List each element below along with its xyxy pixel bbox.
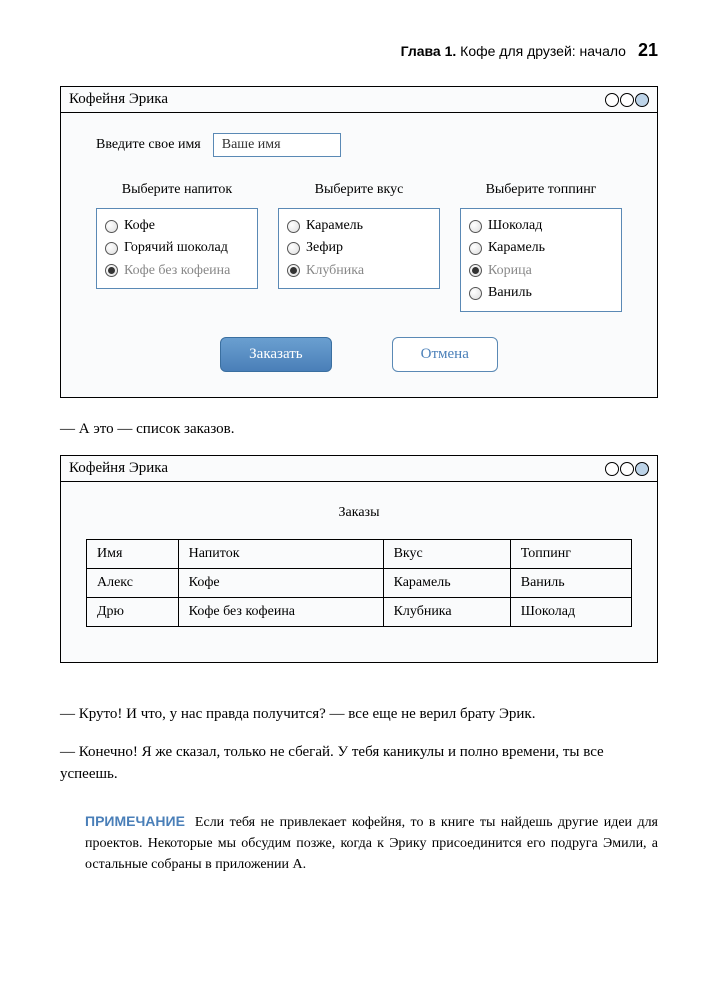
drink-title: Выберите напиток xyxy=(96,182,258,198)
radio-option[interactable]: Корица xyxy=(469,260,613,282)
radio-label: Зефир xyxy=(306,237,343,259)
window-titlebar: Кофейня Эрика xyxy=(61,87,657,113)
name-input[interactable]: Ваше имя xyxy=(213,133,341,157)
note-label: ПРИМЕЧАНИЕ xyxy=(85,813,185,829)
radio-icon xyxy=(105,242,118,255)
flavor-radio-group: КарамельЗефирКлубника xyxy=(278,208,440,289)
radio-label: Кофе xyxy=(124,215,155,237)
table-cell: Карамель xyxy=(383,569,510,598)
table-cell: Дрю xyxy=(87,598,179,627)
orders-table: ИмяНапитокВкусТоппинг АлексКофеКарамельВ… xyxy=(86,539,632,627)
table-row: ДрюКофе без кофеинаКлубникаШоколад xyxy=(87,598,632,627)
order-button[interactable]: Заказать xyxy=(220,337,331,372)
window-controls-icon xyxy=(605,93,649,107)
radio-icon xyxy=(287,220,300,233)
drink-radio-group: КофеГорячий шоколадКофе без кофеина xyxy=(96,208,258,289)
radio-option[interactable]: Горячий шоколад xyxy=(105,237,249,259)
radio-label: Корица xyxy=(488,260,532,282)
note-block: ПРИМЕЧАНИЕЕсли тебя не привлекает кофейн… xyxy=(85,811,658,875)
page-number: 21 xyxy=(638,40,658,61)
radio-option[interactable]: Ваниль xyxy=(469,282,613,304)
radio-option[interactable]: Зефир xyxy=(287,237,431,259)
flavor-column: Выберите вкус КарамельЗефирКлубника xyxy=(278,182,440,312)
radio-option[interactable]: Шоколад xyxy=(469,215,613,237)
radio-label: Карамель xyxy=(488,237,545,259)
radio-label: Клубника xyxy=(306,260,364,282)
body-text-1: — А это — список заказов. xyxy=(60,418,658,441)
topping-radio-group: ШоколадКарамельКорицаВаниль xyxy=(460,208,622,312)
window-title: Кофейня Эрика xyxy=(69,460,168,477)
body-text-2: — Круто! И что, у нас правда получится? … xyxy=(60,703,658,726)
table-row: АлексКофеКарамельВаниль xyxy=(87,569,632,598)
table-cell: Кофе xyxy=(178,569,383,598)
table-cell: Шоколад xyxy=(510,598,631,627)
radio-icon xyxy=(469,220,482,233)
drink-column: Выберите напиток КофеГорячий шоколадКофе… xyxy=(96,182,258,312)
window-controls-icon xyxy=(605,462,649,476)
orders-heading: Заказы xyxy=(86,505,632,521)
table-cell: Алекс xyxy=(87,569,179,598)
radio-icon xyxy=(469,287,482,300)
radio-option[interactable]: Клубника xyxy=(287,260,431,282)
radio-label: Ваниль xyxy=(488,282,532,304)
radio-label: Шоколад xyxy=(488,215,542,237)
name-label: Введите свое имя xyxy=(96,137,201,153)
topping-title: Выберите топпинг xyxy=(460,182,622,198)
flavor-title: Выберите вкус xyxy=(278,182,440,198)
orders-list-mockup: Кофейня Эрика Заказы ИмяНапитокВкусТоппи… xyxy=(60,455,658,663)
radio-icon xyxy=(105,220,118,233)
page-header: Глава 1. Кофе для друзей: начало 21 xyxy=(60,40,658,61)
radio-icon xyxy=(469,264,482,277)
radio-icon xyxy=(105,264,118,277)
window-title: Кофейня Эрика xyxy=(69,91,168,108)
radio-icon xyxy=(287,242,300,255)
window-titlebar: Кофейня Эрика xyxy=(61,456,657,482)
topping-column: Выберите топпинг ШоколадКарамельКорицаВа… xyxy=(460,182,622,312)
radio-option[interactable]: Карамель xyxy=(287,215,431,237)
radio-label: Горячий шоколад xyxy=(124,237,228,259)
radio-option[interactable]: Карамель xyxy=(469,237,613,259)
radio-label: Кофе без кофеина xyxy=(124,260,230,282)
table-cell: Ваниль xyxy=(510,569,631,598)
table-cell: Клубника xyxy=(383,598,510,627)
chapter-title: Кофе для друзей: начало xyxy=(460,43,626,59)
radio-option[interactable]: Кофе xyxy=(105,215,249,237)
body-text-3: — Конечно! Я же сказал, только не сбегай… xyxy=(60,741,658,786)
table-cell: Вкус xyxy=(383,540,510,569)
radio-option[interactable]: Кофе без кофеина xyxy=(105,260,249,282)
table-cell: Напиток xyxy=(178,540,383,569)
radio-label: Карамель xyxy=(306,215,363,237)
table-header-row: ИмяНапитокВкусТоппинг xyxy=(87,540,632,569)
chapter-label: Глава 1. xyxy=(401,43,457,59)
radio-icon xyxy=(287,264,300,277)
table-cell: Кофе без кофеина xyxy=(178,598,383,627)
table-cell: Топпинг xyxy=(510,540,631,569)
radio-icon xyxy=(469,242,482,255)
cancel-button[interactable]: Отмена xyxy=(392,337,498,372)
order-form-mockup: Кофейня Эрика Введите свое имя Ваше имя … xyxy=(60,86,658,398)
table-cell: Имя xyxy=(87,540,179,569)
